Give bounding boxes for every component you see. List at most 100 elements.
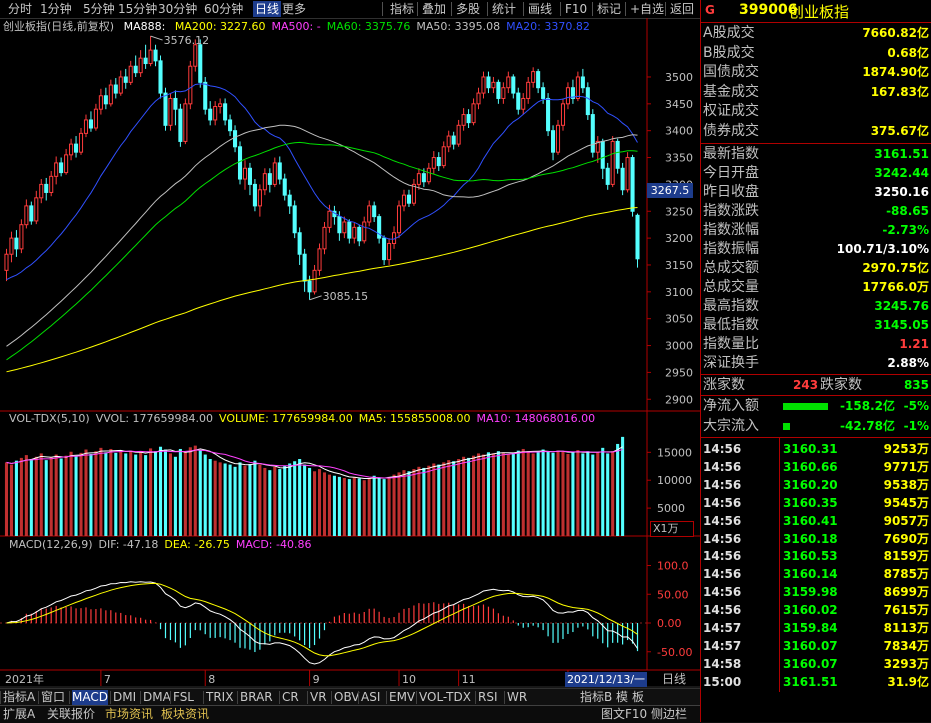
candle-body [143,57,148,65]
turnover-label: A股成交 [703,25,755,41]
status-right-0[interactable]: 图文F10 [601,707,647,722]
candle-body [541,87,546,99]
cursor-date-tag: 2021/12/13/一 [565,672,647,687]
indicator-tab-fsl[interactable]: FSL [173,690,194,705]
candle [64,148,69,175]
indicator-tab-vol-tdx[interactable]: VOL-TDX [419,690,471,705]
tool-button-4[interactable]: 画线 [528,1,552,17]
tick-row[interactable]: 14:56 3160.41 9057万 [703,512,931,530]
tool-button-1[interactable]: 叠加 [422,1,446,17]
candle-body [88,119,93,129]
candle-body [29,205,34,222]
volume-bar [377,477,381,536]
volume-bar [541,449,545,536]
indicator-tab-dmi[interactable]: DMI [113,690,136,705]
indicator-tab-macd[interactable]: MACD [72,690,108,705]
tick-row[interactable]: 14:56 3160.02 7615万 [703,601,931,619]
tool-button-8[interactable]: 返回 [670,1,694,17]
period-tab-3[interactable]: 15分钟 [118,1,157,17]
tick-row[interactable]: 14:56 3160.20 9538万 [703,476,931,494]
period-tab-1[interactable]: 1分钟 [40,1,72,17]
candle-body [357,226,362,242]
chart-area[interactable]: 3576.123085.15 3500345034003350330032503… [0,18,700,688]
tool-button-6[interactable]: 标记 [597,1,621,17]
tool-button-2[interactable]: 多股 [456,1,480,17]
tick-row[interactable]: 14:56 3160.35 9545万 [703,494,931,512]
tick-row[interactable]: 14:57 3159.84 8113万 [703,619,931,637]
tool-button-7[interactable]: +自选 [630,1,664,17]
candle [555,119,561,155]
candle [496,79,501,104]
tool-button-3[interactable]: 统计 [492,1,516,17]
status-tab-2[interactable]: 市场资讯 [105,707,153,722]
indicator-tab-item[interactable]: 窗口 [41,690,65,705]
tick-row[interactable]: 14:57 3160.07 7834万 [703,637,931,655]
tick-row[interactable]: 14:58 3160.07 3293万 [703,655,931,673]
candle-body [297,232,302,255]
indicator-tab-asi[interactable]: ASI [361,690,380,705]
stat-value: 2.88% [887,356,929,370]
status-tab-3[interactable]: 板块资讯 [161,707,209,722]
indicator-tab-wr[interactable]: WR [507,690,527,705]
volume-bar [154,451,158,536]
volume-bar [39,453,43,536]
tool-button-5[interactable]: F10 [565,1,587,17]
volume-bar [49,457,53,536]
period-tab-2[interactable]: 5分钟 [83,1,115,17]
macd-tick-label: -50.00 [657,646,692,659]
candle [247,162,252,196]
period-tab-4[interactable]: 30分钟 [158,1,197,17]
indicator-tab-rsi[interactable]: RSI [478,690,498,705]
stat-value: 100.71/3.10% [836,242,929,256]
period-tab-5[interactable]: 60分钟 [204,1,243,17]
volume-bar [144,455,148,536]
volume-bar [566,453,570,536]
volume-bar [94,451,98,536]
candle [401,189,407,212]
period-tab-6[interactable]: 日线 [253,1,282,17]
tick-row[interactable]: 14:56 3159.98 8699万 [703,583,931,601]
indicator-tab-brar[interactable]: BRAR [240,690,273,705]
indicator-tab-dma[interactable]: DMA [143,690,171,705]
tick-row[interactable]: 15:00 3161.51 31.9亿 [703,673,931,691]
indicator-tab-cr[interactable]: CR [282,690,299,705]
status-right-1[interactable]: 侧边栏 [651,707,687,722]
tick-price: 3160.18 [783,531,838,546]
tool-button-0[interactable]: 指标 [390,1,414,17]
status-tab-0[interactable]: 扩展A [3,707,35,722]
ma50-line [6,124,638,347]
volume-bar [163,449,168,536]
indicator-tab-a[interactable]: 指标A [3,690,35,705]
candle-body [208,108,213,121]
tick-volume: 8785万 [883,567,929,582]
volume-bar [367,477,371,536]
tick-row[interactable]: 14:56 3160.66 9771万 [703,458,931,476]
right-tab-2[interactable]: 板 [632,690,644,705]
indicator-tab-vr[interactable]: VR [310,690,327,705]
indicator-tab-emv[interactable]: EMV [389,690,415,705]
tick-row[interactable]: 14:56 3160.18 7690万 [703,530,931,548]
flow-bar [783,422,790,430]
candle-body [501,87,506,99]
volume-bar [616,443,620,536]
status-tab-1[interactable]: 关联报价 [47,707,95,722]
period-tab-0[interactable]: 分时 [8,1,32,17]
indicator-tab-obv[interactable]: OBV [334,690,360,705]
candle-body [123,76,128,83]
tick-row[interactable]: 14:56 3160.14 8785万 [703,565,931,583]
volume-bar [228,464,232,536]
candle-body [242,167,248,180]
indicator-tab-trix[interactable]: TRIX [206,690,233,705]
candle [183,98,188,145]
candle [228,114,233,137]
tick-row[interactable]: 14:56 3160.53 8159万 [703,547,931,565]
volume-bar [119,450,123,536]
period-tab-7[interactable]: 更多 [282,1,306,17]
tick-row[interactable]: 14:56 3160.31 9253万 [703,440,931,458]
candle-body [49,175,54,193]
volume-bar [253,460,257,536]
right-tab-1[interactable]: 模 [616,690,628,705]
candle [178,103,183,147]
candle-body [382,237,387,261]
right-tab-0[interactable]: 指标B [580,690,612,705]
